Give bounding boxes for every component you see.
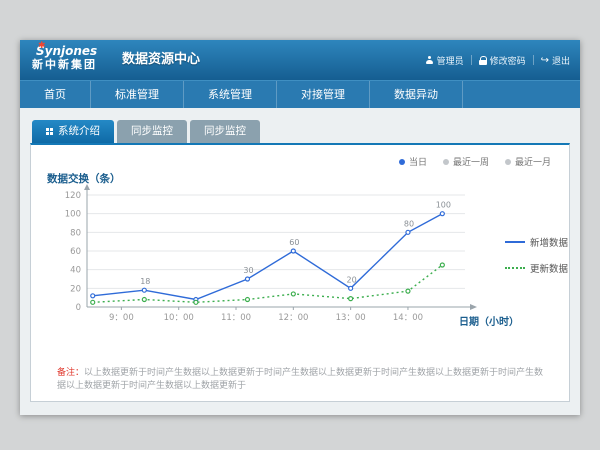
svg-text:18: 18 xyxy=(140,277,150,286)
logout-button[interactable]: ↪ 退出 xyxy=(541,54,570,67)
app-header: ✱ Synjones 新中新集团 数据资源中心 管理员 修改密码 ↪ 退出 xyxy=(20,40,580,80)
divider xyxy=(533,55,534,65)
series-legend: 新增数据 更新数据 xyxy=(505,235,568,287)
change-password-label: 修改密码 xyxy=(490,54,526,67)
header-toolbar: 管理员 修改密码 ↪ 退出 xyxy=(426,40,570,80)
svg-text:13：00: 13：00 xyxy=(336,313,366,323)
line-sample-icon xyxy=(505,241,525,243)
tab-label: 同步监控 xyxy=(204,120,246,143)
x-axis-title: 日期（小时） xyxy=(459,313,519,328)
legend-filter-label: 最近一周 xyxy=(453,155,489,168)
nav-item-connect-mgmt[interactable]: 对接管理 xyxy=(277,81,370,108)
svg-text:0: 0 xyxy=(76,303,81,313)
legend-dot xyxy=(443,159,449,165)
content-area: 系统介绍 同步监控 同步监控 当日 最近一周 xyxy=(20,108,580,415)
user-label: 管理员 xyxy=(437,54,464,67)
series-label: 新增数据 xyxy=(530,235,568,249)
legend-filter-label: 最近一月 xyxy=(515,155,551,168)
nav-item-standard-mgmt[interactable]: 标准管理 xyxy=(91,81,184,108)
svg-text:20: 20 xyxy=(70,284,81,294)
svg-text:100: 100 xyxy=(65,210,81,220)
divider xyxy=(471,55,472,65)
svg-text:30: 30 xyxy=(243,266,253,275)
svg-text:14：00: 14：00 xyxy=(393,313,423,323)
svg-text:100: 100 xyxy=(436,201,451,210)
legend-filter-label: 当日 xyxy=(409,155,427,168)
series-legend-new-data[interactable]: 新增数据 xyxy=(505,235,568,249)
svg-text:80: 80 xyxy=(404,219,414,228)
svg-text:120: 120 xyxy=(65,191,81,201)
svg-text:20: 20 xyxy=(347,275,357,284)
svg-text:40: 40 xyxy=(70,266,81,276)
nav-item-data-change[interactable]: 数据异动 xyxy=(370,81,463,108)
page-title: 数据资源中心 xyxy=(122,40,200,80)
logo-star-icon: ✱ xyxy=(38,41,46,52)
logo: ✱ Synjones 新中新集团 xyxy=(32,44,97,72)
chart-panel: 当日 最近一周 最近一月 数据交换（条） 0204060801001209：00… xyxy=(30,143,570,402)
legend-filter-today[interactable]: 当日 xyxy=(399,155,427,168)
legend-dot xyxy=(505,159,511,165)
user-button[interactable]: 管理员 xyxy=(426,54,464,67)
dotted-line-sample-icon xyxy=(505,267,525,269)
change-password-button[interactable]: 修改密码 xyxy=(479,54,526,67)
legend-dot xyxy=(399,159,405,165)
svg-text:12：00: 12：00 xyxy=(278,313,308,323)
logout-label: 退出 xyxy=(552,54,570,67)
tab-bar: 系统介绍 同步监控 同步监控 xyxy=(32,120,260,143)
svg-text:60: 60 xyxy=(70,247,81,257)
main-nav: 首页 标准管理 系统管理 对接管理 数据异动 xyxy=(20,80,580,108)
tab-sync-monitor-2[interactable]: 同步监控 xyxy=(190,120,260,143)
lock-icon xyxy=(479,56,487,65)
tab-label: 系统介绍 xyxy=(58,120,100,143)
user-icon xyxy=(426,56,434,64)
nav-item-home[interactable]: 首页 xyxy=(20,81,91,108)
svg-text:60: 60 xyxy=(289,238,299,247)
tab-sync-monitor-1[interactable]: 同步监控 xyxy=(117,120,187,143)
svg-text:11：00: 11：00 xyxy=(221,313,251,323)
legend-filter-last-month[interactable]: 最近一月 xyxy=(505,155,551,168)
legend-filter-last-week[interactable]: 最近一周 xyxy=(443,155,489,168)
line-chart: 0 20 40 60 80 100 120 9：00 10：00 11：00 12：00 13：00 1… xyxy=(39,181,499,341)
footnote-text: 以上数据更新于时间产生数据以上数据更新于时间产生数据以上数据更新于时间产生数据以… xyxy=(57,368,543,391)
time-range-legend: 当日 最近一周 最近一月 xyxy=(399,155,551,168)
svg-text:10：00: 10：00 xyxy=(164,313,194,323)
footnote: 备注：以上数据更新于时间产生数据以上数据更新于时间产生数据以上数据更新于时间产生… xyxy=(57,367,551,392)
footnote-prefix: 备注： xyxy=(57,368,84,378)
series-legend-updated-data[interactable]: 更新数据 xyxy=(505,261,568,275)
nav-item-system-mgmt[interactable]: 系统管理 xyxy=(184,81,277,108)
logo-sub-text: 新中新集团 xyxy=(32,58,97,71)
tab-label: 同步监控 xyxy=(131,120,173,143)
app-window: ✱ Synjones 新中新集团 数据资源中心 管理员 修改密码 ↪ 退出 首页… xyxy=(20,40,580,415)
logout-icon: ↪ xyxy=(541,56,549,65)
svg-text:80: 80 xyxy=(70,228,81,238)
tab-system-intro[interactable]: 系统介绍 xyxy=(32,120,114,143)
series-label: 更新数据 xyxy=(530,261,568,275)
svg-text:9：00: 9：00 xyxy=(109,313,134,323)
grid-icon xyxy=(46,128,53,135)
